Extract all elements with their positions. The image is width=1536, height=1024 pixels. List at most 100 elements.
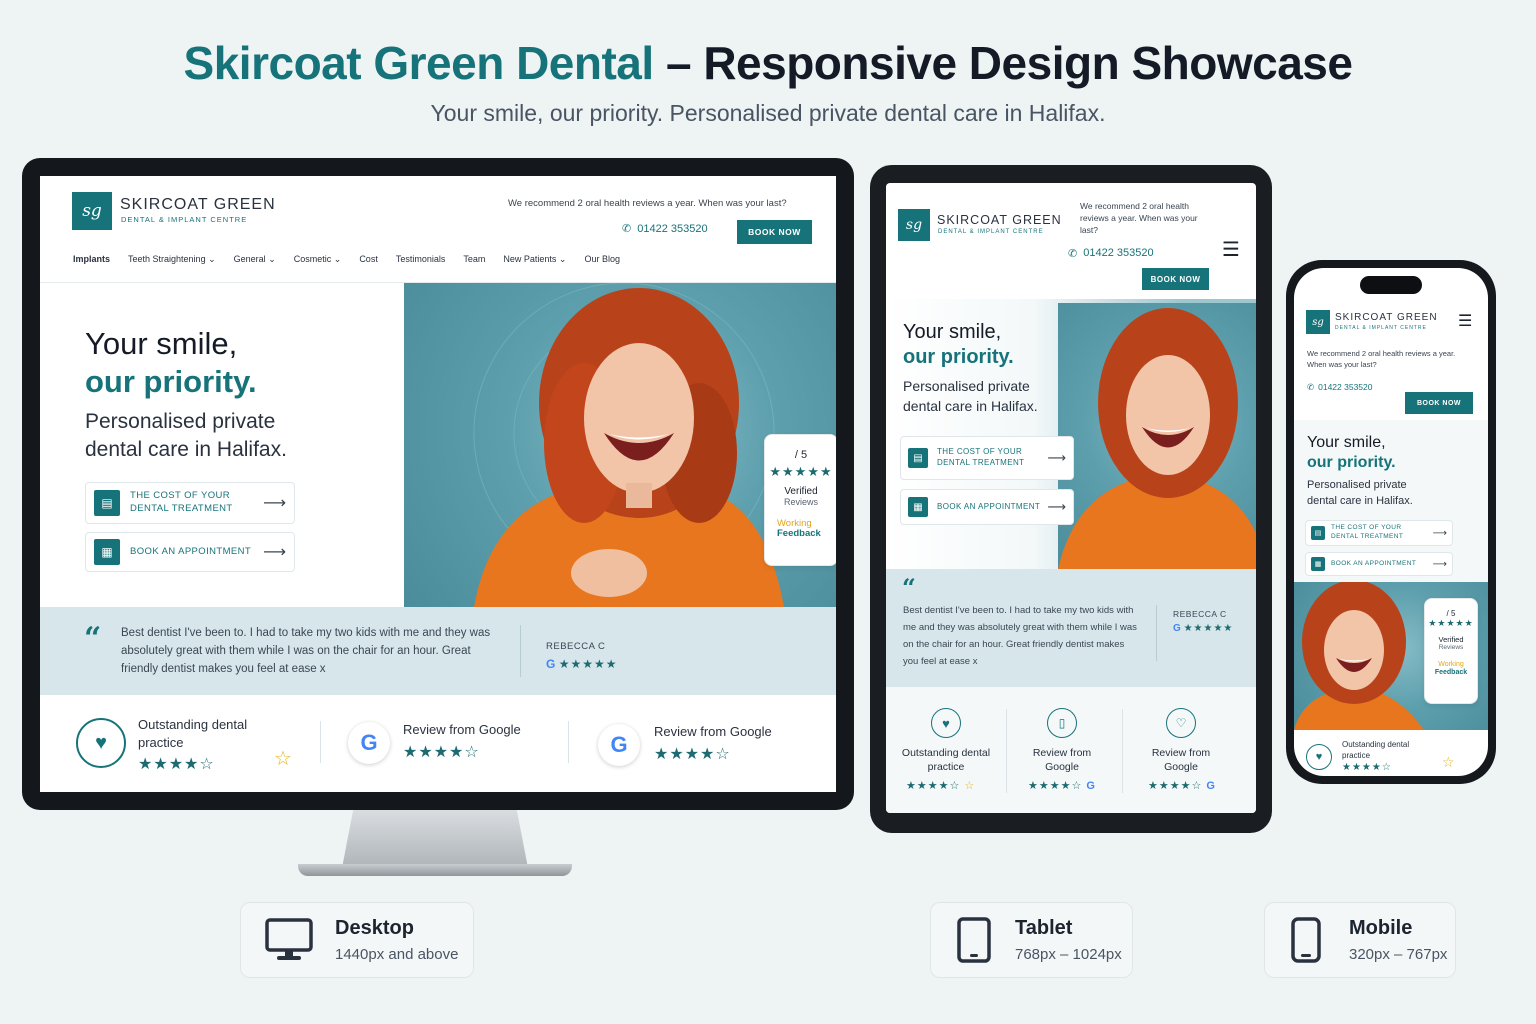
quote-divider xyxy=(520,625,521,677)
arrow-right-icon: ⟶ xyxy=(1047,450,1066,465)
nav-item-testimonials[interactable]: Testimonials xyxy=(396,254,446,265)
stars: ★★★★☆ xyxy=(906,780,961,792)
badge-outstanding: Outstanding dental practice xyxy=(138,717,248,751)
testimonial-band: “ Best dentist I've been to. I had to ta… xyxy=(886,569,1256,687)
rating-score: / 5 xyxy=(1446,609,1456,618)
phone-link[interactable]: ✆ 01422 353520 xyxy=(1307,382,1373,393)
recommend-text: We recommend 2 oral health reviews a yea… xyxy=(1307,349,1456,370)
phone-call-icon: ✆ xyxy=(1068,248,1078,260)
logo-mark[interactable]: sg xyxy=(72,192,112,230)
logo-mark[interactable]: sg xyxy=(1306,310,1330,334)
arrow-right-icon: ⟶ xyxy=(1047,499,1066,514)
tooth-icon: ♥ xyxy=(931,708,961,738)
rating-reviews: Reviews xyxy=(783,497,818,507)
device-range: 1440px and above xyxy=(335,946,459,963)
tooth-icon: ♡ xyxy=(1166,708,1196,738)
nav-item-implants[interactable]: Implants xyxy=(73,254,110,265)
showcase-subtitle: Your smile, our priority. Personalised p… xyxy=(430,100,1106,126)
book-appointment-button[interactable]: ▦ BOOK AN APPOINTMENT ⟶ xyxy=(1305,552,1453,576)
rating-score: / 5 xyxy=(794,449,808,461)
nav-item-cosmetic[interactable]: Cosmetic ⌄ xyxy=(294,254,342,265)
badge-divider xyxy=(320,721,321,763)
logo-name: SKIRCOAT GREEN xyxy=(120,196,276,213)
tooth-icon: ♥ xyxy=(1306,744,1332,770)
hero-photo xyxy=(1058,303,1256,569)
rating-reviews: Reviews xyxy=(1438,644,1464,651)
working-feedback-logo: Working Feedback xyxy=(1425,661,1477,676)
calendar-icon: ▦ xyxy=(908,497,928,517)
receipt-icon: ▤ xyxy=(908,448,928,468)
book-now-button[interactable]: BOOK NOW xyxy=(1405,392,1473,414)
tooth-icon: ♥ xyxy=(76,718,126,768)
chevron-down-icon: ⌄ xyxy=(268,254,276,264)
menu-icon[interactable]: ☰ xyxy=(1222,237,1240,262)
rating-stars: ★★★★★ xyxy=(769,464,833,479)
stars: ★★★★☆ xyxy=(1028,780,1083,792)
verified-reviews-card[interactable]: / 5 ★★★★★ Verified Reviews Working Feedb… xyxy=(764,434,836,566)
quote-icon: “ xyxy=(902,573,916,602)
google-g: G xyxy=(610,732,628,757)
badge-divider xyxy=(568,721,569,763)
badge-divider xyxy=(1006,709,1007,793)
book-now-button[interactable]: BOOK NOW xyxy=(1142,268,1209,290)
phone-link[interactable]: ✆ 01422 353520 xyxy=(622,222,708,236)
arrow-right-icon: ⟶ xyxy=(263,495,286,512)
nav-item-cost[interactable]: Cost xyxy=(359,254,378,265)
testimonial-quote: Best dentist I've been to. I had to take… xyxy=(903,605,1137,667)
author-rating: G ★★★★★ xyxy=(546,657,617,671)
brand-line: Working xyxy=(1438,661,1464,668)
testimonial-band: “ Best dentist I've been to. I had to ta… xyxy=(40,607,836,695)
tablet-screen: sg SKIRCOAT GREEN DENTAL & IMPLANT CENTR… xyxy=(886,183,1256,813)
hero-heading-line2: our priority. xyxy=(85,364,257,399)
cta-label: BOOK AN APPOINTMENT xyxy=(130,545,252,557)
google-g: G xyxy=(360,730,378,755)
phone-device: sg SKIRCOAT GREEN DENTAL & IMPLANT CENTR… xyxy=(1286,260,1496,784)
device-name: Mobile xyxy=(1349,917,1413,939)
logo-mark[interactable]: sg xyxy=(898,209,930,241)
working-feedback-logo: Working Feedback xyxy=(765,518,836,540)
device-card-desktop: Desktop 1440px and above xyxy=(240,902,474,978)
monitor-icon xyxy=(265,918,313,960)
google-icon: G xyxy=(348,722,390,764)
logo-subtitle: DENTAL & IMPLANT CENTRE xyxy=(1335,325,1427,331)
hero-subheading: Personalised private dental care in Hali… xyxy=(1307,479,1413,507)
device-name: Desktop xyxy=(335,917,414,939)
nav-item-general[interactable]: General ⌄ xyxy=(234,254,276,265)
logo-subtitle: DENTAL & IMPLANT CENTRE xyxy=(121,215,248,224)
calendar-icon: ▦ xyxy=(1311,557,1325,571)
rating-verified: Verified xyxy=(1438,635,1464,644)
book-now-button[interactable]: BOOK NOW xyxy=(737,220,812,244)
nav-item-blog[interactable]: Our Blog xyxy=(584,254,620,265)
phone-icon: ▯ xyxy=(1047,708,1077,738)
badge-outstanding: Outstanding dental practice xyxy=(901,747,991,774)
chevron-down-icon: ⌄ xyxy=(333,254,342,264)
nav-label: General xyxy=(233,254,266,264)
book-appointment-button[interactable]: ▦ BOOK AN APPOINTMENT ⟶ xyxy=(85,532,295,572)
device-name: Tablet xyxy=(1015,917,1073,939)
menu-icon[interactable]: ☰ xyxy=(1458,311,1472,331)
cost-treatment-button[interactable]: ▤ THE COST OF YOUR DENTAL TREATMENT ⟶ xyxy=(85,482,295,524)
quote-icon: “ xyxy=(84,621,102,656)
cost-treatment-button[interactable]: ▤ THE COST OF YOUR DENTAL TREATMENT ⟶ xyxy=(1305,520,1453,546)
nav-item-teeth-straightening[interactable]: Teeth Straightening ⌄ xyxy=(128,254,216,265)
badge-stars: ★★★★☆ xyxy=(138,756,215,773)
stars: ★★★★☆ xyxy=(1148,780,1203,792)
phone-number: 01422 353520 xyxy=(637,222,708,235)
badge-google-stars-2: ★★★★☆ G xyxy=(1148,779,1216,792)
main-nav: Implants Teeth Straightening ⌄ General ⌄… xyxy=(73,254,620,265)
verified-reviews-card[interactable]: / 5 ★★★★★ Verified Reviews Working Feedb… xyxy=(1424,598,1478,704)
phone-notch xyxy=(1360,276,1422,294)
tablet-device: sg SKIRCOAT GREEN DENTAL & IMPLANT CENTR… xyxy=(870,165,1272,833)
phone-link[interactable]: ✆ 01422 353520 xyxy=(1068,247,1154,260)
calendar-icon: ▦ xyxy=(94,539,120,565)
badge-google-stars-2: ★★★★☆ xyxy=(654,746,731,763)
nav-item-new-patients[interactable]: New Patients ⌄ xyxy=(503,254,566,265)
desktop-screen: sg SKIRCOAT GREEN DENTAL & IMPLANT CENTR… xyxy=(40,176,836,792)
badge-stars: ★★★★☆ xyxy=(1342,762,1392,773)
badge-google-1: Review from Google xyxy=(1032,747,1092,774)
book-appointment-button[interactable]: ▦ BOOK AN APPOINTMENT ⟶ xyxy=(900,489,1074,525)
cta-label: THE COST OF YOUR DENTAL TREATMENT xyxy=(130,490,233,514)
brand-line: Feedback xyxy=(777,528,821,540)
cost-treatment-button[interactable]: ▤ THE COST OF YOUR DENTAL TREATMENT ⟶ xyxy=(900,436,1074,480)
nav-item-team[interactable]: Team xyxy=(463,254,485,265)
